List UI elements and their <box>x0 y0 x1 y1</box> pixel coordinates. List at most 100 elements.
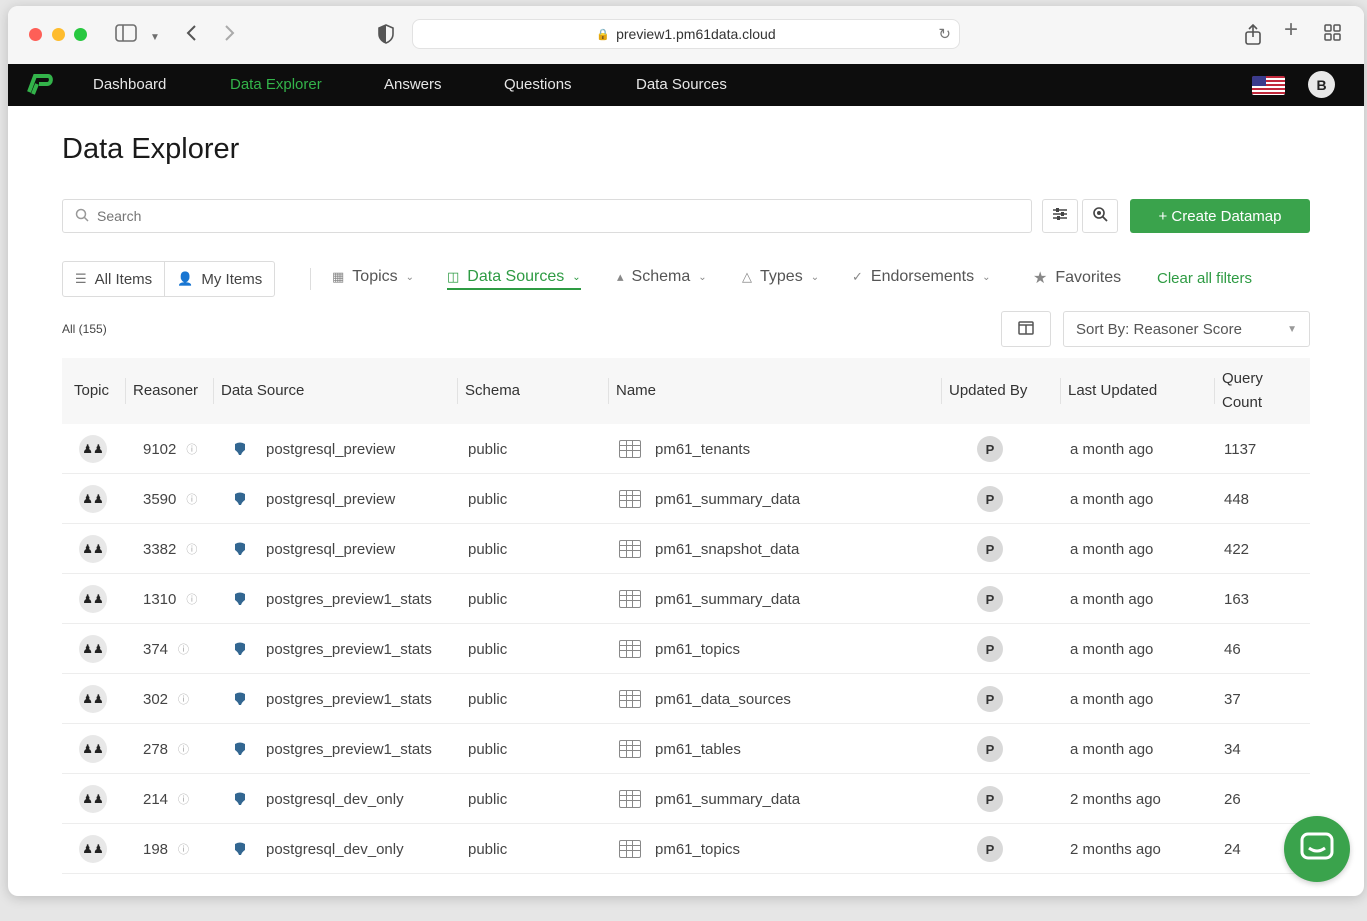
nav-item-dashboard[interactable]: Dashboard <box>93 76 166 93</box>
filter-topics[interactable]: ▦ Topics ⌄ <box>332 268 414 286</box>
column-settings-button[interactable] <box>1001 311 1051 347</box>
user-avatar[interactable]: P <box>977 536 1003 562</box>
topic-users-icon[interactable]: ♟♟ <box>79 735 107 763</box>
info-icon[interactable]: ⓘ <box>178 641 189 657</box>
schema-cell[interactable]: public <box>468 474 507 524</box>
all-items-button[interactable]: ☰ All Items <box>63 262 164 296</box>
tab-overview-icon[interactable] <box>1324 24 1342 46</box>
info-icon[interactable]: ⓘ <box>178 741 189 757</box>
nav-item-questions[interactable]: Questions <box>504 76 572 93</box>
column-header-data-source[interactable]: Data Source <box>212 358 304 424</box>
table-row[interactable]: ♟♟ 3382 ⓘ postgresql_preview public pm61_snap… <box>62 524 1310 574</box>
topic-users-icon[interactable]: ♟♟ <box>79 585 107 613</box>
info-icon[interactable]: ⓘ <box>186 491 197 507</box>
user-avatar[interactable]: P <box>977 736 1003 762</box>
filter-favorites[interactable]: ★ Favorites <box>1033 268 1121 288</box>
filter-endorsements[interactable]: ✓ Endorsements ⌄ <box>852 268 990 286</box>
filter-data-sources[interactable]: ◫ Data Sources ⌄ <box>447 268 581 290</box>
data-source-link[interactable]: postgres_preview1_stats <box>266 591 432 608</box>
sidebar-toggle-icon[interactable] <box>115 24 137 46</box>
data-source-link[interactable]: postgresql_preview <box>266 441 395 458</box>
data-source-link[interactable]: postgres_preview1_stats <box>266 641 432 658</box>
table-name-link[interactable]: pm61_tables <box>655 741 741 758</box>
topic-users-icon[interactable]: ♟♟ <box>79 785 107 813</box>
nav-item-data-sources[interactable]: Data Sources <box>636 76 727 93</box>
nav-item-data-explorer[interactable]: Data Explorer <box>230 76 322 93</box>
language-flag-icon[interactable] <box>1252 76 1285 95</box>
table-name-link[interactable]: pm61_summary_data <box>655 591 800 608</box>
user-avatar[interactable]: B <box>1308 71 1335 98</box>
user-avatar[interactable]: P <box>977 786 1003 812</box>
table-row[interactable]: ♟♟ 214 ⓘ postgresql_dev_only public pm61_summ… <box>62 774 1310 824</box>
user-avatar[interactable]: P <box>977 486 1003 512</box>
filter-schema[interactable]: ▴ Schema ⌄ <box>617 268 707 286</box>
address-bar[interactable]: 🔒 preview1.pm61data.cloud ↻ <box>412 19 960 49</box>
column-header-schema[interactable]: Schema <box>456 358 520 424</box>
info-icon[interactable]: ⓘ <box>178 841 189 857</box>
topic-users-icon[interactable]: ♟♟ <box>79 835 107 863</box>
table-name-link[interactable]: pm61_tenants <box>655 441 750 458</box>
app-logo[interactable] <box>26 72 54 96</box>
user-avatar[interactable]: P <box>977 586 1003 612</box>
table-row[interactable]: ♟♟ 302 ⓘ postgres_preview1_stats public pm61_… <box>62 674 1310 724</box>
data-source-link[interactable]: postgresql_preview <box>266 491 395 508</box>
table-name-link[interactable]: pm61_topics <box>655 641 740 658</box>
table-name-link[interactable]: pm61_data_sources <box>655 691 791 708</box>
schema-cell[interactable]: public <box>468 774 507 824</box>
table-row[interactable]: ♟♟ 1310 ⓘ postgres_preview1_stats public pm61… <box>62 574 1310 624</box>
privacy-shield-icon[interactable] <box>377 24 395 48</box>
chat-launcher-button[interactable] <box>1284 816 1350 882</box>
table-row[interactable]: ♟♟ 374 ⓘ postgres_preview1_stats public pm61_… <box>62 624 1310 674</box>
table-name-link[interactable]: pm61_topics <box>655 841 740 858</box>
info-icon[interactable]: ⓘ <box>186 591 197 607</box>
column-header-name[interactable]: Name <box>607 358 656 424</box>
search-input[interactable] <box>97 208 997 224</box>
info-icon[interactable]: ⓘ <box>178 791 189 807</box>
schema-cell[interactable]: public <box>468 574 507 624</box>
create-datamap-button[interactable]: + Create Datamap <box>1130 199 1310 233</box>
topic-users-icon[interactable]: ♟♟ <box>79 535 107 563</box>
column-header-reasoner[interactable]: Reasoner <box>124 358 198 424</box>
table-row[interactable]: ♟♟ 198 ⓘ postgresql_dev_only public pm61_topi… <box>62 824 1310 874</box>
sort-dropdown[interactable]: Sort By: Reasoner Score ▼ <box>1063 311 1310 347</box>
data-source-link[interactable]: postgresql_preview <box>266 541 395 558</box>
nav-item-answers[interactable]: Answers <box>384 76 442 93</box>
new-tab-icon[interactable]: + <box>1284 18 1298 42</box>
back-icon[interactable] <box>185 24 197 46</box>
user-avatar[interactable]: P <box>977 836 1003 862</box>
clear-all-filters-link[interactable]: Clear all filters <box>1157 270 1252 287</box>
user-avatar[interactable]: P <box>977 686 1003 712</box>
column-header-last-updated[interactable]: Last Updated <box>1059 358 1157 424</box>
topic-users-icon[interactable]: ♟♟ <box>79 685 107 713</box>
table-row[interactable]: ♟♟ 3590 ⓘ postgresql_preview public pm61_summ… <box>62 474 1310 524</box>
topic-users-icon[interactable]: ♟♟ <box>79 485 107 513</box>
filter-types[interactable]: △ Types ⌄ <box>742 268 819 286</box>
topic-users-icon[interactable]: ♟♟ <box>79 635 107 663</box>
reload-icon[interactable]: ↻ <box>938 25 951 43</box>
chevron-down-icon[interactable]: ▼ <box>150 28 160 48</box>
table-name-link[interactable]: pm61_summary_data <box>655 491 800 508</box>
schema-cell[interactable]: public <box>468 624 507 674</box>
data-source-link[interactable]: postgresql_dev_only <box>266 791 404 808</box>
data-source-link[interactable]: postgres_preview1_stats <box>266 691 432 708</box>
search-box[interactable] <box>62 199 1032 233</box>
schema-cell[interactable]: public <box>468 824 507 874</box>
minimize-window-button[interactable] <box>52 28 65 41</box>
info-icon[interactable]: ⓘ <box>186 441 197 457</box>
table-row[interactable]: ♟♟ 9102 ⓘ postgresql_preview public pm61_tena… <box>62 424 1310 474</box>
column-header-query-count[interactable]: Query Count <box>1214 358 1292 424</box>
advanced-search-button[interactable] <box>1082 199 1118 233</box>
table-name-link[interactable]: pm61_summary_data <box>655 791 800 808</box>
table-row[interactable]: ♟♟ 278 ⓘ postgres_preview1_stats public pm61_… <box>62 724 1310 774</box>
user-avatar[interactable]: P <box>977 436 1003 462</box>
share-icon[interactable] <box>1244 23 1262 50</box>
schema-cell[interactable]: public <box>468 524 507 574</box>
info-icon[interactable]: ⓘ <box>178 691 189 707</box>
forward-icon[interactable] <box>224 24 236 46</box>
data-source-link[interactable]: postgres_preview1_stats <box>266 741 432 758</box>
schema-cell[interactable]: public <box>468 724 507 774</box>
my-items-button[interactable]: 👤 My Items <box>164 262 274 296</box>
column-header-topic[interactable]: Topic <box>74 358 109 424</box>
close-window-button[interactable] <box>29 28 42 41</box>
column-header-updated-by[interactable]: Updated By <box>940 358 1027 424</box>
